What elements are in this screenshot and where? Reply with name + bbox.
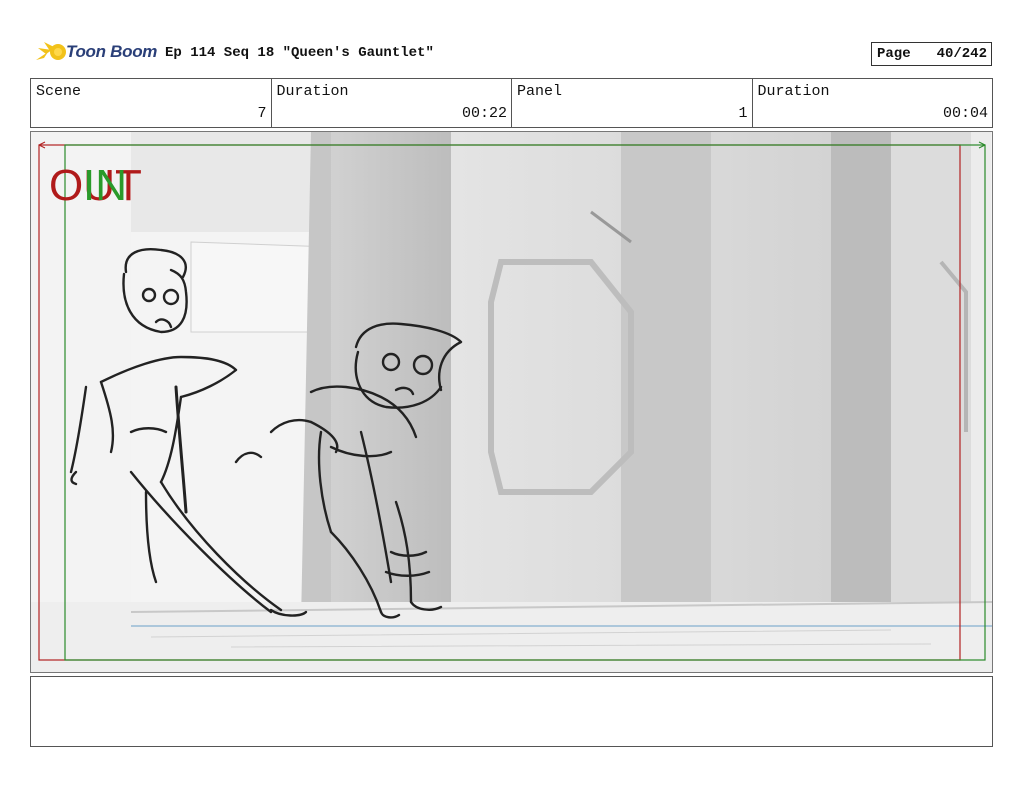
in-frame-marker: IN xyxy=(83,161,127,210)
episode-title: Ep 114 Seq 18 "Queen's Gauntlet" xyxy=(165,45,434,61)
scene-duration-value: 00:22 xyxy=(461,105,507,122)
brand-name: Toon Boom xyxy=(66,42,158,61)
page-label: Page xyxy=(877,46,911,62)
scene-info-row: Scene 7 Duration 00:22 Panel 1 Duration … xyxy=(30,78,993,128)
page-indicator: Page 40/242 xyxy=(871,42,992,66)
panel-cell: Panel 1 xyxy=(512,79,753,127)
storyboard-panel: OUT IN xyxy=(30,131,993,673)
panel-value: 1 xyxy=(738,105,748,122)
scene-value: 7 xyxy=(257,105,267,122)
panel-duration-value: 00:04 xyxy=(942,105,988,122)
scene-duration-label: Duration xyxy=(276,83,349,100)
panel-duration-cell: Duration 00:04 xyxy=(753,79,993,127)
scene-cell: Scene 7 xyxy=(31,79,272,127)
scene-duration-cell: Duration 00:22 xyxy=(272,79,512,127)
page-number: 40/242 xyxy=(936,46,987,62)
panel-duration-label: Duration xyxy=(757,83,830,100)
scene-label: Scene xyxy=(36,83,82,100)
storyboard-sketch xyxy=(31,132,992,672)
panel-label: Panel xyxy=(517,83,563,100)
panel-notes-box[interactable] xyxy=(30,676,993,747)
